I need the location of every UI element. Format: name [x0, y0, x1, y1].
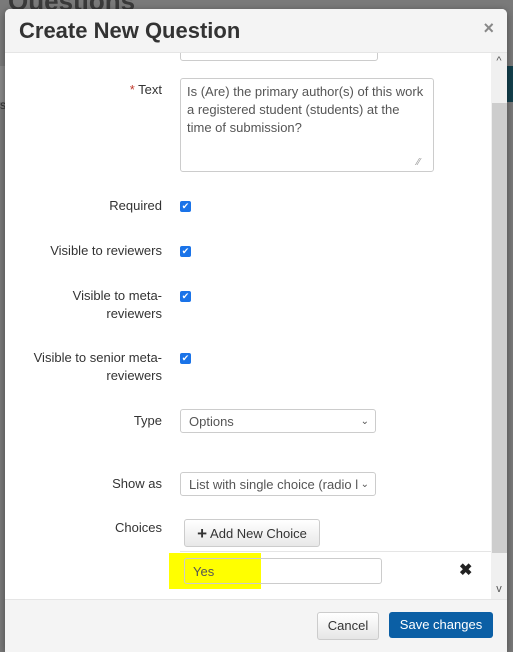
- chevron-down-icon: ⌄: [360, 416, 369, 427]
- previous-field-input[interactable]: [180, 53, 378, 61]
- type-select-value: Options: [189, 414, 234, 429]
- visible-senior-meta-label-line2: reviewers: [106, 368, 162, 383]
- show-as-select[interactable]: List with single choice (radio l ⌄: [180, 472, 376, 496]
- cancel-button[interactable]: Cancel: [317, 612, 379, 640]
- type-label: Type: [133, 413, 162, 428]
- show-as-label: Show as: [112, 476, 162, 491]
- choice-input[interactable]: Yes: [184, 558, 382, 584]
- question-text-input[interactable]: Is (Are) the primary author(s) of this w…: [180, 78, 434, 172]
- scroll-up-icon[interactable]: ^: [491, 55, 507, 69]
- visible-meta-label-line1: Visible to meta-: [72, 288, 162, 303]
- text-label: * Text: [5, 81, 162, 99]
- text-label-text: Text: [138, 82, 162, 97]
- modal-header: Create New Question ×: [5, 9, 507, 53]
- save-changes-button[interactable]: Save changes: [389, 612, 493, 638]
- required-marker: *: [129, 82, 135, 97]
- resize-grip-icon[interactable]: ⁄⁄: [417, 157, 420, 168]
- modal-body: * Text Is (Are) the primary author(s) of…: [5, 53, 491, 599]
- visible-meta-label: Visible to meta-reviewers: [5, 287, 162, 323]
- add-new-choice-button[interactable]: + Add New Choice: [184, 519, 320, 547]
- remove-choice-icon[interactable]: ✖: [459, 560, 472, 580]
- add-new-choice-label: Add New Choice: [210, 526, 307, 541]
- visible-senior-meta-checkbox[interactable]: ✔: [180, 353, 191, 364]
- scrollbar-thumb[interactable]: [492, 103, 507, 553]
- visible-meta-checkbox[interactable]: ✔: [180, 291, 191, 302]
- visible-senior-meta-label-line1: Visible to senior meta-: [33, 350, 162, 365]
- modal-title: Create New Question: [19, 18, 241, 43]
- visible-reviewers-label: Visible to reviewers: [50, 243, 162, 258]
- visible-reviewers-checkbox[interactable]: ✔: [180, 246, 191, 257]
- close-icon[interactable]: ×: [483, 19, 494, 37]
- create-question-modal: Create New Question × * Text Is (Are) th…: [5, 9, 507, 652]
- plus-icon: +: [197, 524, 208, 543]
- visible-senior-meta-label: Visible to senior meta-reviewers: [5, 349, 162, 385]
- choices-divider: [180, 551, 491, 552]
- required-label: Required: [109, 198, 162, 213]
- choices-label: Choices: [115, 520, 162, 535]
- type-select[interactable]: Options ⌄: [180, 409, 376, 433]
- scroll-down-icon[interactable]: v: [491, 583, 507, 597]
- required-checkbox[interactable]: ✔: [180, 201, 191, 212]
- chevron-down-icon: ⌄: [360, 479, 369, 490]
- modal-scrollbar[interactable]: ^ v: [491, 53, 507, 599]
- visible-meta-label-line2: reviewers: [106, 306, 162, 321]
- modal-footer: Cancel Save changes: [5, 599, 507, 652]
- show-as-select-value: List with single choice (radio l: [189, 477, 359, 492]
